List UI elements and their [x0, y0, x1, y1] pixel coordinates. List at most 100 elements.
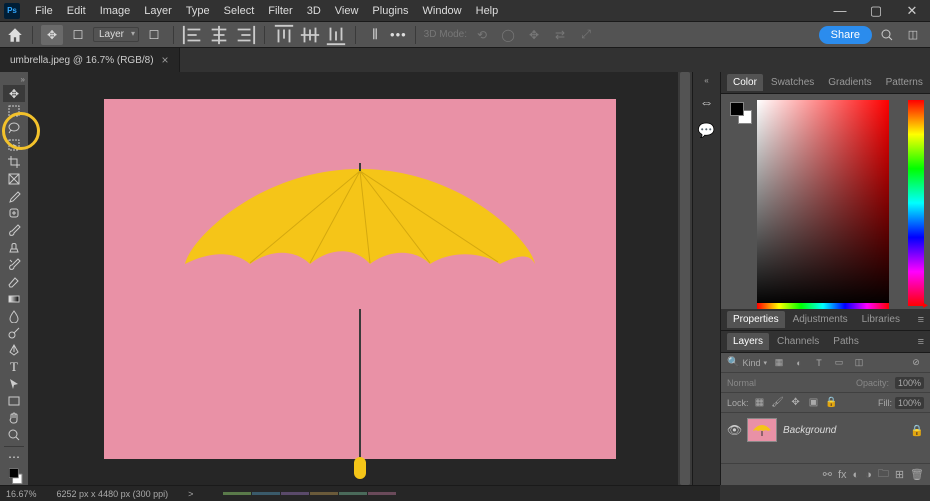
- align-center-v-icon[interactable]: [299, 25, 321, 45]
- filter-toggle-switch[interactable]: ⊘: [908, 356, 924, 370]
- collapsed-panel-button[interactable]: 💬: [696, 119, 718, 141]
- filter-smart-icon[interactable]: ◫: [851, 356, 867, 370]
- edit-toolbar-button[interactable]: ⋯: [3, 449, 25, 466]
- align-left-icon[interactable]: [182, 25, 204, 45]
- collapsed-panel-button[interactable]: ⇔: [696, 91, 718, 113]
- filter-adjustment-icon[interactable]: ◐: [791, 356, 807, 370]
- layer-name[interactable]: Background: [783, 425, 836, 436]
- zoom-tool[interactable]: [3, 427, 25, 444]
- tab-adjustments[interactable]: Adjustments: [787, 311, 854, 328]
- fill-value[interactable]: 100%: [895, 397, 924, 409]
- lock-transparent-icon[interactable]: ▦: [753, 397, 767, 408]
- align-center-h-icon[interactable]: [208, 25, 230, 45]
- color-picker-field[interactable]: [757, 100, 889, 306]
- vertical-scrollbar[interactable]: [678, 72, 692, 485]
- hue-ramp[interactable]: [757, 303, 889, 309]
- canvas-area[interactable]: [28, 72, 692, 485]
- clone-stamp-tool[interactable]: [3, 239, 25, 256]
- 3d-pan-icon[interactable]: ✥: [523, 25, 545, 45]
- tab-libraries[interactable]: Libraries: [856, 311, 906, 328]
- new-layer-icon[interactable]: ⊞: [895, 468, 904, 481]
- layer-style-icon[interactable]: fx: [838, 469, 847, 481]
- transform-controls-toggle[interactable]: ☐: [143, 25, 165, 45]
- layer-visibility-icon[interactable]: 👁: [727, 423, 741, 437]
- dodge-tool[interactable]: [3, 324, 25, 341]
- menu-image[interactable]: Image: [93, 5, 138, 17]
- path-selection-tool[interactable]: [3, 376, 25, 393]
- close-button[interactable]: ✕: [894, 0, 930, 22]
- tab-gradients[interactable]: Gradients: [822, 74, 877, 91]
- blur-tool[interactable]: [3, 307, 25, 324]
- 3d-rotate-icon[interactable]: ⟲: [471, 25, 493, 45]
- delete-layer-icon[interactable]: 🗑: [910, 468, 924, 481]
- crop-tool[interactable]: [3, 153, 25, 170]
- move-tool-icon[interactable]: ✥: [41, 25, 63, 45]
- tab-paths[interactable]: Paths: [827, 333, 865, 350]
- layer-row-background[interactable]: 👁 Background 🔒: [721, 413, 930, 447]
- menu-3d[interactable]: 3D: [300, 5, 328, 17]
- frame-tool[interactable]: [3, 170, 25, 187]
- align-right-icon[interactable]: [234, 25, 256, 45]
- tab-patterns[interactable]: Patterns: [880, 74, 929, 91]
- eraser-tool[interactable]: [3, 273, 25, 290]
- auto-select-toggle[interactable]: ☐: [67, 25, 89, 45]
- more-align-button[interactable]: •••: [390, 27, 407, 42]
- layer-lock-icon[interactable]: 🔒: [910, 424, 924, 437]
- tab-layers[interactable]: Layers: [727, 333, 769, 350]
- doc-dimensions[interactable]: 6252 px x 4480 px (300 ppi): [57, 489, 169, 499]
- tab-swatches[interactable]: Swatches: [765, 74, 820, 91]
- layer-filter-kind-select[interactable]: 🔍Kind: [727, 357, 767, 368]
- eyedropper-tool[interactable]: [3, 188, 25, 205]
- menu-layer[interactable]: Layer: [137, 5, 179, 17]
- move-tool[interactable]: ✥: [3, 85, 25, 102]
- menu-help[interactable]: Help: [469, 5, 506, 17]
- share-button[interactable]: Share: [819, 26, 872, 44]
- align-bottom-icon[interactable]: [325, 25, 347, 45]
- menu-select[interactable]: Select: [217, 5, 262, 17]
- fg-bg-color-swatch[interactable]: [730, 102, 752, 124]
- tab-properties[interactable]: Properties: [727, 311, 785, 328]
- workspace-button[interactable]: ◫: [902, 25, 924, 45]
- tab-color[interactable]: Color: [727, 74, 763, 91]
- new-fill-layer-icon[interactable]: ◑: [865, 469, 872, 481]
- lock-all-icon[interactable]: 🔒: [825, 397, 839, 408]
- gradient-tool[interactable]: [3, 290, 25, 307]
- panel-menu-button[interactable]: ≡: [912, 314, 930, 326]
- lock-position-icon[interactable]: ✥: [789, 397, 803, 408]
- tab-channels[interactable]: Channels: [771, 333, 825, 350]
- align-top-icon[interactable]: [273, 25, 295, 45]
- filter-pixel-icon[interactable]: ▦: [771, 356, 787, 370]
- home-button[interactable]: [6, 26, 24, 44]
- pen-tool[interactable]: [3, 341, 25, 358]
- search-button[interactable]: [876, 25, 898, 45]
- 3d-slide-icon[interactable]: ⇄: [549, 25, 571, 45]
- lasso-tool[interactable]: [3, 119, 25, 136]
- lock-artboard-icon[interactable]: ▣: [807, 397, 821, 408]
- object-selection-tool[interactable]: [3, 136, 25, 153]
- link-layers-icon[interactable]: ⚯: [823, 468, 832, 481]
- zoom-level[interactable]: 16.67%: [6, 489, 37, 499]
- tab-close-button[interactable]: ×: [162, 53, 169, 67]
- type-tool[interactable]: T: [3, 359, 25, 376]
- fg-bg-swatch[interactable]: [3, 466, 25, 485]
- menu-type[interactable]: Type: [179, 5, 217, 17]
- marquee-tool[interactable]: [3, 102, 25, 119]
- menu-filter[interactable]: Filter: [261, 5, 299, 17]
- distribute-h-icon[interactable]: ⫼: [364, 25, 386, 45]
- hand-tool[interactable]: [3, 410, 25, 427]
- new-group-icon[interactable]: 🗀: [878, 465, 889, 484]
- toolbar-expand-icon[interactable]: »: [0, 74, 28, 85]
- menu-plugins[interactable]: Plugins: [365, 5, 415, 17]
- lock-image-icon[interactable]: 🖌: [771, 397, 785, 408]
- filter-type-icon[interactable]: T: [811, 356, 827, 370]
- hue-slider[interactable]: [908, 100, 924, 306]
- panel-menu-button[interactable]: ≡: [912, 336, 930, 348]
- menu-window[interactable]: Window: [416, 5, 469, 17]
- layer-mask-icon[interactable]: ◐: [853, 469, 860, 481]
- rectangle-tool[interactable]: [3, 393, 25, 410]
- minimize-button[interactable]: —: [822, 0, 858, 22]
- brush-tool[interactable]: [3, 222, 25, 239]
- 3d-roll-icon[interactable]: ◯: [497, 25, 519, 45]
- layer-thumbnail[interactable]: [747, 418, 777, 442]
- blend-mode-select[interactable]: Normal: [727, 378, 850, 388]
